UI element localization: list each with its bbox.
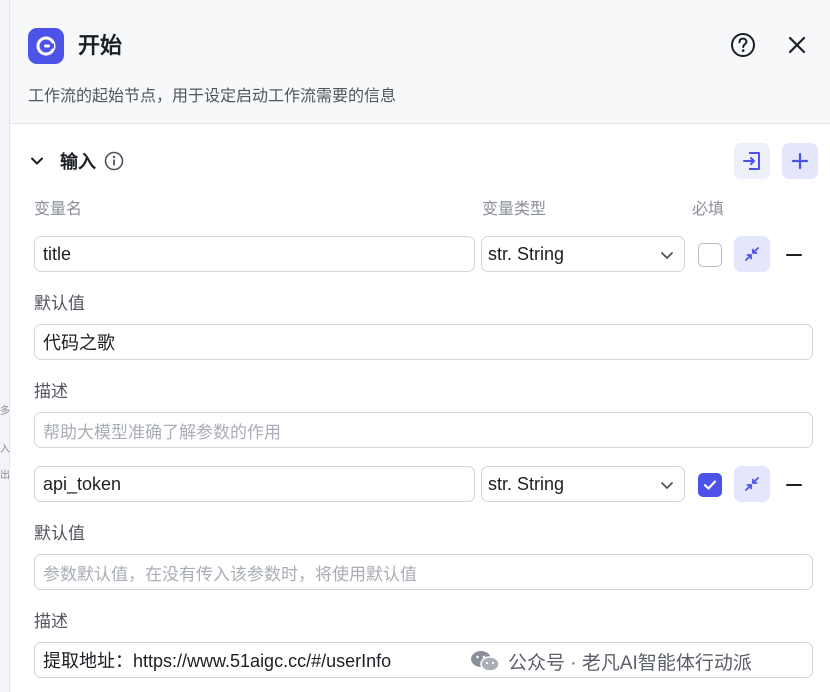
canvas-fragment-text: 出 xyxy=(0,470,10,481)
collapse-arrows-icon xyxy=(745,247,759,261)
minus-icon xyxy=(786,254,802,256)
description-input[interactable]: 帮助大模型准确了解参数的作用 xyxy=(34,412,813,448)
panel-header: 开始 工作流的起始节点，用于设定启动工作流需要的信息 xyxy=(10,0,830,124)
remove-param-button[interactable] xyxy=(782,243,806,267)
remove-param-button[interactable] xyxy=(782,473,806,497)
import-icon xyxy=(743,152,760,170)
param-type-select[interactable]: str. String xyxy=(481,236,685,272)
default-value-label: 默认值 xyxy=(34,294,85,313)
canvas-fragment-text: 入 xyxy=(0,444,10,455)
chevron-down-icon xyxy=(31,157,43,165)
watermark: 公众号 · 老凡AI智能体行动派 xyxy=(466,648,756,674)
default-value-label: 默认值 xyxy=(34,524,85,543)
param-name-input[interactable]: api_token xyxy=(34,466,475,502)
minus-icon xyxy=(786,484,802,486)
check-icon xyxy=(703,480,717,490)
required-checkbox[interactable] xyxy=(698,243,722,267)
chevron-down-icon xyxy=(661,252,673,259)
question-circle-icon xyxy=(731,33,755,57)
collapse-param-button[interactable] xyxy=(734,236,770,272)
param-name-input[interactable]: title xyxy=(34,236,475,272)
param-type-value: str. String xyxy=(488,473,565,494)
param-type-value: str. String xyxy=(488,243,565,264)
section-title: 输入 xyxy=(60,152,96,172)
info-icon[interactable] xyxy=(104,151,124,171)
start-node-icon xyxy=(28,28,64,64)
column-header-name: 变量名 xyxy=(34,201,83,218)
description-label: 描述 xyxy=(34,382,68,401)
collapse-param-button[interactable] xyxy=(734,466,770,502)
left-canvas-strip: 多 入 出 xyxy=(0,0,10,692)
param-type-select[interactable]: str. String xyxy=(481,466,685,502)
column-header-required: 必填 xyxy=(692,201,725,218)
column-header-type: 变量类型 xyxy=(482,201,547,218)
collapse-section-toggle[interactable] xyxy=(28,152,46,170)
watermark-text: 公众号 · 老凡AI智能体行动派 xyxy=(508,652,752,674)
input-section-header: 输入 xyxy=(28,146,124,176)
default-value-input[interactable]: 参数默认值，在没有传入该参数时，将使用默认值 xyxy=(34,554,813,590)
panel-title: 开始 xyxy=(78,33,123,58)
wechat-icon xyxy=(471,651,500,672)
plus-icon xyxy=(791,152,809,170)
close-icon xyxy=(788,36,806,54)
import-button[interactable] xyxy=(734,143,770,179)
help-button[interactable] xyxy=(730,32,756,58)
start-node-panel: 开始 工作流的起始节点，用于设定启动工作流需要的信息 输入 变量名 变量类型 必… xyxy=(10,0,830,692)
default-value-input[interactable]: 代码之歌 xyxy=(34,324,813,360)
canvas-fragment-text: 多 xyxy=(0,406,10,417)
required-checkbox[interactable] xyxy=(698,473,722,497)
chevron-down-icon xyxy=(661,482,673,489)
add-parameter-button[interactable] xyxy=(782,143,818,179)
collapse-arrows-icon xyxy=(745,477,759,491)
close-button[interactable] xyxy=(784,32,810,58)
panel-description: 工作流的起始节点，用于设定启动工作流需要的信息 xyxy=(28,88,397,105)
description-label: 描述 xyxy=(34,612,68,631)
